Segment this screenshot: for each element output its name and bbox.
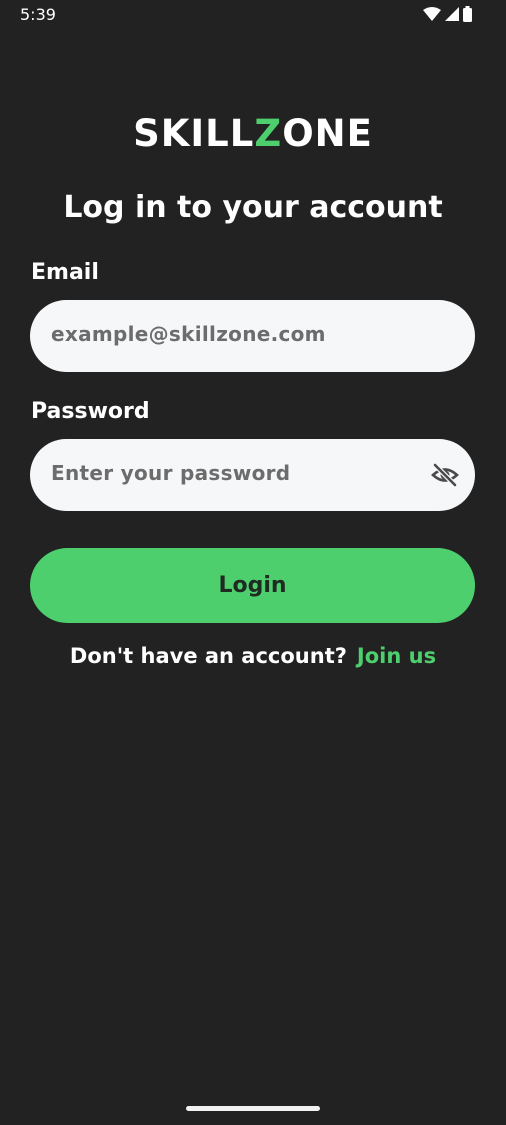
signal-icon	[445, 7, 459, 21]
page-title: Log in to your account	[63, 190, 443, 225]
status-bar: 5:39	[0, 0, 506, 30]
password-placeholder: Enter your password	[51, 461, 291, 485]
logo-text-start: SKILL	[133, 112, 255, 155]
home-indicator[interactable]	[186, 1106, 320, 1111]
login-button[interactable]: Login	[30, 548, 475, 623]
login-button-label: Login	[218, 573, 287, 598]
signup-prompt: Don't have an account?	[69, 644, 347, 668]
email-field[interactable]: example@skillzone.com	[30, 300, 475, 372]
logo-text-end: ONE	[282, 112, 373, 155]
email-label: Email	[31, 260, 99, 285]
wifi-icon	[423, 7, 441, 21]
status-icons	[423, 6, 472, 22]
status-time: 5:39	[20, 5, 56, 24]
battery-icon	[463, 6, 472, 22]
eye-off-icon[interactable]	[430, 461, 460, 489]
join-us-link[interactable]: Join us	[357, 644, 436, 668]
password-field[interactable]: Enter your password	[30, 439, 475, 511]
signup-row: Don't have an account? Join us	[0, 644, 506, 668]
app-logo: SKILLZONE	[0, 112, 506, 155]
email-placeholder: example@skillzone.com	[51, 322, 326, 346]
logo-text-accent: Z	[254, 112, 283, 155]
password-label: Password	[31, 399, 150, 424]
